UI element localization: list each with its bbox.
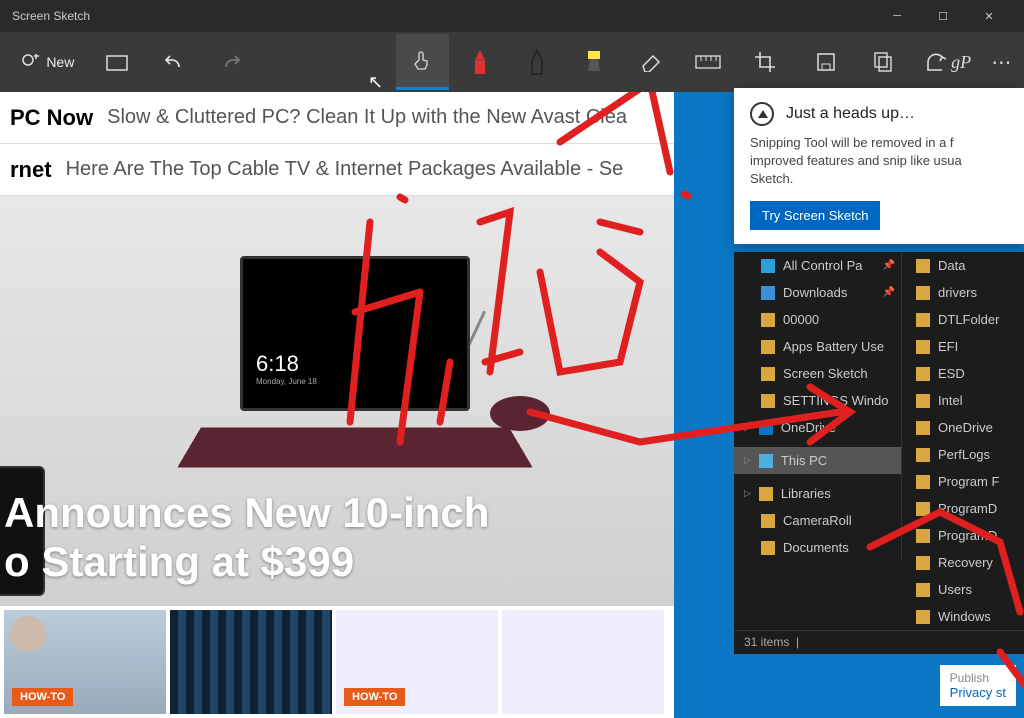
- file-item[interactable]: ProgramD: [902, 522, 1024, 549]
- file-item[interactable]: drivers: [902, 279, 1024, 306]
- notification-title: Just a heads up…: [786, 105, 915, 123]
- ruler-button[interactable]: [681, 34, 734, 90]
- file-item[interactable]: Program F: [902, 468, 1024, 495]
- notification: Just a heads up… Snipping Tool will be r…: [734, 88, 1024, 244]
- save-icon: [816, 52, 836, 72]
- touch-icon: [410, 49, 434, 73]
- copy-icon: [873, 51, 893, 73]
- file-item[interactable]: ESD: [902, 360, 1024, 387]
- pencil-icon: [529, 48, 545, 76]
- save-button[interactable]: [800, 34, 853, 90]
- ad-row-1: PC Now Slow & Cluttered PC? Clean It Up …: [0, 92, 674, 144]
- file-item[interactable]: Recovery: [902, 549, 1024, 576]
- try-screen-sketch-button[interactable]: Try Screen Sketch: [750, 201, 880, 230]
- touch-writing-button[interactable]: [396, 34, 449, 90]
- thumbnails: HOW-TO HOW-TO: [0, 606, 674, 718]
- nav-pane[interactable]: All Control Pa📌Downloads📌00000Apps Batte…: [734, 252, 902, 561]
- nav-item[interactable]: ▷Libraries: [734, 480, 901, 507]
- highlighter-button[interactable]: [567, 34, 620, 90]
- share-icon: [925, 52, 949, 72]
- nav-item[interactable]: SETTINGS Windo: [734, 387, 901, 414]
- crop-icon: [754, 51, 776, 73]
- nav-item[interactable]: Apps Battery Use: [734, 333, 901, 360]
- file-item[interactable]: ProgramD: [902, 495, 1024, 522]
- maximize-button[interactable]: ☐: [920, 0, 966, 32]
- nav-item[interactable]: Documents: [734, 534, 901, 561]
- new-button[interactable]: New: [8, 34, 87, 90]
- file-item[interactable]: DTLFolder: [902, 306, 1024, 333]
- ruler-icon: [695, 55, 721, 69]
- open-button[interactable]: [91, 34, 144, 90]
- status-bar: 31 items |: [734, 630, 1024, 654]
- thumb-4: [502, 610, 664, 714]
- file-list[interactable]: DatadriversDTLFolderEFIESDIntelOneDriveP…: [902, 252, 1024, 630]
- snip-app-icon: [750, 102, 774, 126]
- nav-item[interactable]: 00000: [734, 306, 901, 333]
- thumb-1: HOW-TO: [4, 610, 166, 714]
- titlebar: Screen Sketch ─ ☐ ✕: [0, 0, 1024, 32]
- redo-icon: [220, 53, 242, 71]
- headline: Announces New 10-inch o Starting at $399: [0, 489, 489, 586]
- more-button[interactable]: ⋯: [987, 34, 1017, 90]
- file-item[interactable]: Data: [902, 252, 1024, 279]
- pen-black-button[interactable]: [510, 34, 563, 90]
- new-snip-icon: [20, 52, 40, 72]
- privacy-link[interactable]: Privacy st: [950, 685, 1006, 700]
- screenshot-content: PC Now Slow & Cluttered PC? Clean It Up …: [0, 92, 674, 718]
- eraser-button[interactable]: [624, 34, 677, 90]
- file-item[interactable]: PerfLogs: [902, 441, 1024, 468]
- thumb-3: HOW-TO: [336, 610, 498, 714]
- file-item[interactable]: OneDrive: [902, 414, 1024, 441]
- undo-button[interactable]: [148, 34, 201, 90]
- file-item[interactable]: Users: [902, 576, 1024, 603]
- eraser-icon: [639, 52, 663, 72]
- close-button[interactable]: ✕: [966, 0, 1012, 32]
- highlighter-icon: [585, 49, 603, 75]
- redo-button[interactable]: [205, 34, 258, 90]
- pen-red-button[interactable]: [453, 34, 506, 90]
- file-item[interactable]: Intel: [902, 387, 1024, 414]
- notification-body: Snipping Tool will be removed in a f imp…: [750, 134, 1008, 189]
- pen-icon: [472, 48, 488, 76]
- toolbar: New gP ⋯: [0, 32, 1024, 92]
- crop-button[interactable]: [738, 34, 791, 90]
- privacy-corner: Publish Privacy st: [940, 665, 1016, 706]
- file-item[interactable]: Windows: [902, 603, 1024, 630]
- undo-icon: [163, 53, 185, 71]
- nav-item[interactable]: ▷This PC: [734, 447, 901, 474]
- file-item[interactable]: EFI: [902, 333, 1024, 360]
- nav-item[interactable]: CameraRoll: [734, 507, 901, 534]
- thumb-2: [170, 610, 332, 714]
- share-button[interactable]: gP: [914, 34, 983, 90]
- copy-button[interactable]: [857, 34, 910, 90]
- nav-item[interactable]: ▷OneDrive: [734, 414, 901, 441]
- app-title: Screen Sketch: [12, 9, 874, 23]
- nav-item[interactable]: Screen Sketch: [734, 360, 901, 387]
- nav-item[interactable]: Downloads📌: [734, 279, 901, 306]
- hero-image: 6:18Monday, June 18 Announces New 10-inc…: [0, 196, 674, 606]
- folder-icon: [106, 53, 128, 71]
- ad-row-2: rnet Here Are The Top Cable TV & Interne…: [0, 144, 674, 196]
- explorer-window: All Control Pa📌Downloads📌00000Apps Batte…: [734, 252, 1024, 654]
- nav-item[interactable]: All Control Pa📌: [734, 252, 901, 279]
- minimize-button[interactable]: ─: [874, 0, 920, 32]
